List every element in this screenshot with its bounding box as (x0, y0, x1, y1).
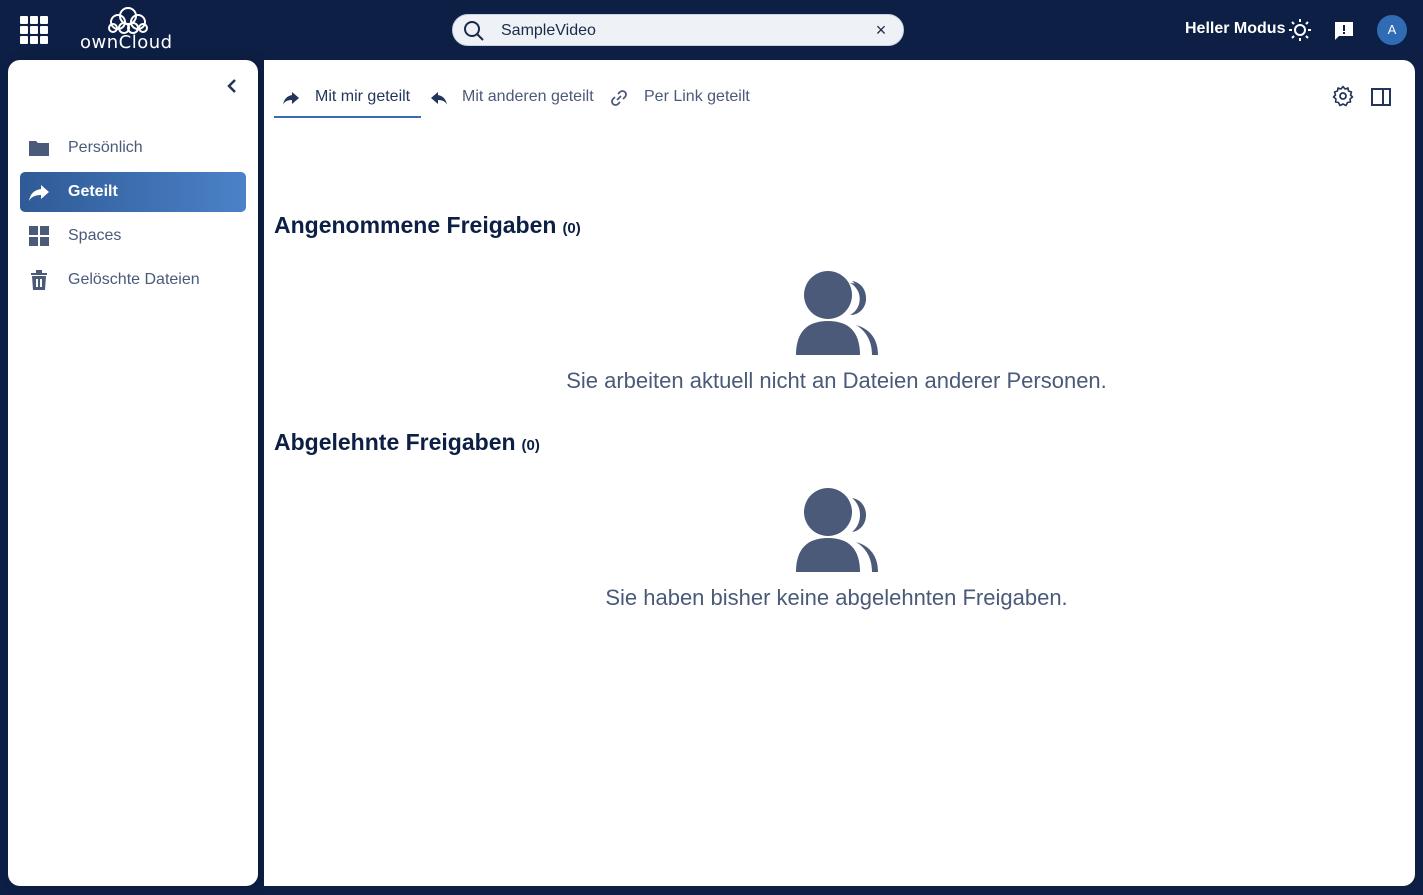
search-icon[interactable] (463, 20, 485, 42)
tab-label: Mit mir geteilt (315, 88, 411, 105)
sidebar-item-label: Geteilt (68, 183, 118, 200)
sidebar-item-spaces[interactable]: Spaces (20, 216, 246, 256)
people-icon (796, 271, 878, 355)
share-icon (29, 185, 49, 201)
section-title: Abgelehnte Freigaben (274, 429, 516, 455)
main-content: Mit mir geteilt Mit anderen geteilt Per … (264, 60, 1415, 886)
search-bar[interactable]: × (452, 14, 904, 46)
sidebar-item-label: Gelöschte Dateien (68, 271, 200, 288)
tab-shared-with-me[interactable]: Mit mir geteilt (274, 80, 421, 118)
tab-label: Mit anderen geteilt (462, 88, 594, 105)
toggle-sidebar-panel-icon[interactable] (1370, 86, 1392, 108)
clear-search-icon[interactable]: × (873, 21, 889, 39)
accepted-shares-heading: Angenommene Freigaben (0) (274, 212, 581, 239)
sidebar-item-deleted-files[interactable]: Gelöschte Dateien (20, 260, 246, 300)
share-forward-icon (283, 92, 299, 105)
tab-shared-via-link[interactable]: Per Link geteilt (602, 80, 762, 118)
sun-icon[interactable] (1288, 18, 1312, 42)
folder-icon (29, 141, 49, 156)
section-count: (0) (521, 437, 540, 454)
spaces-grid-icon (29, 226, 49, 246)
logo-text: ownCloud (80, 32, 173, 53)
user-avatar[interactable]: A (1377, 15, 1407, 45)
top-bar: ownCloud × Heller Modus A (0, 0, 1423, 60)
sidebar-item-personal[interactable]: Persönlich (20, 128, 246, 168)
owncloud-logo[interactable]: ownCloud (80, 6, 173, 53)
empty-state-message: Sie haben bisher keine abgelehnten Freig… (605, 585, 1068, 610)
tab-label: Per Link geteilt (644, 88, 750, 105)
theme-mode-label[interactable]: Heller Modus (1185, 20, 1285, 38)
search-input[interactable] (501, 20, 861, 42)
empty-state-message: Sie arbeiten aktuell nicht an Dateien an… (566, 368, 1107, 393)
tab-shared-with-others[interactable]: Mit anderen geteilt (422, 80, 602, 118)
feedback-icon[interactable] (1333, 20, 1355, 42)
app-switcher-icon[interactable] (20, 16, 48, 44)
sidebar: Persönlich Geteilt Spaces Gelöschte Date… (8, 60, 258, 886)
section-count: (0) (562, 220, 581, 237)
settings-gear-icon[interactable] (1332, 85, 1354, 107)
link-icon (611, 90, 627, 106)
share-reply-icon (431, 92, 447, 105)
trash-icon (31, 270, 47, 290)
collapse-sidebar-icon[interactable] (224, 76, 240, 96)
section-title: Angenommene Freigaben (274, 212, 557, 238)
sidebar-item-label: Spaces (68, 227, 122, 244)
people-icon (796, 488, 878, 572)
sidebar-item-shared[interactable]: Geteilt (20, 172, 246, 212)
declined-shares-heading: Abgelehnte Freigaben (0) (274, 429, 540, 456)
sidebar-item-label: Persönlich (68, 139, 143, 156)
